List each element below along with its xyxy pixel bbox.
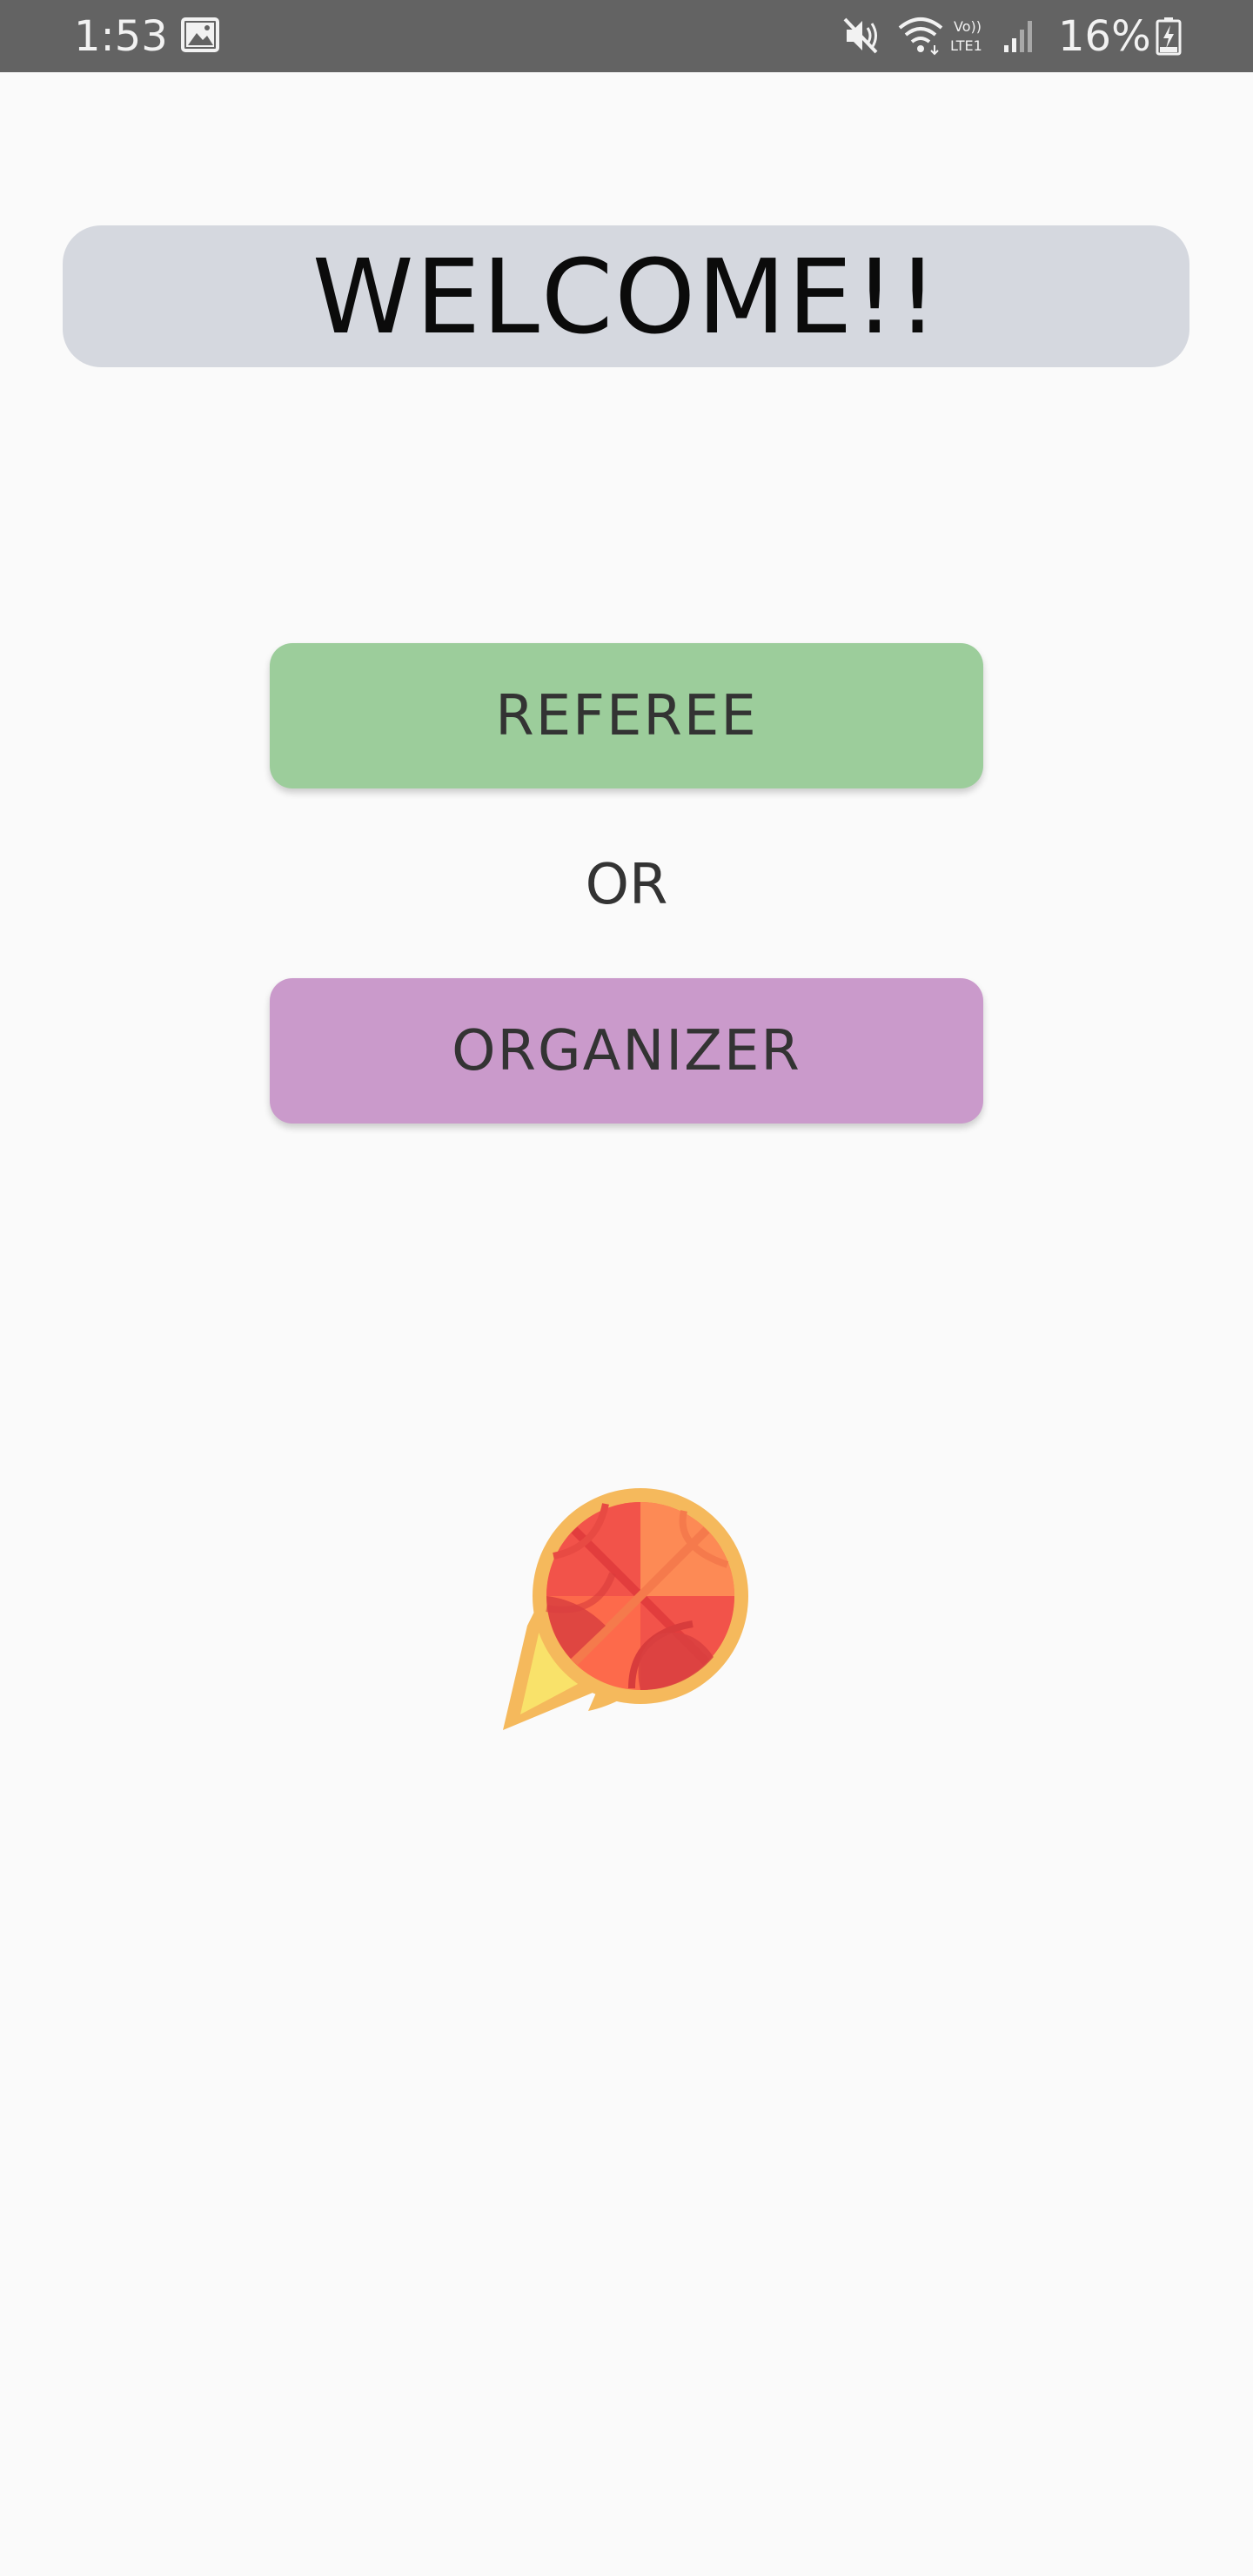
wifi-icon xyxy=(896,16,945,56)
svg-text:LTE1: LTE1 xyxy=(950,37,982,54)
status-bar: 1:53 Vo)) LTE1 16% xyxy=(0,0,1253,72)
image-icon xyxy=(181,17,219,52)
organizer-button[interactable]: ORGANIZER xyxy=(270,978,983,1124)
svg-text:Vo)): Vo)) xyxy=(954,18,982,35)
battery-charging-icon xyxy=(1156,17,1182,56)
organizer-button-label: ORGANIZER xyxy=(452,1018,801,1083)
status-time: 1:53 xyxy=(74,12,168,61)
mute-icon xyxy=(841,16,883,56)
signal-icon xyxy=(1001,16,1041,56)
referee-button[interactable]: REFEREE xyxy=(270,643,983,788)
volte-icon: Vo)) LTE1 xyxy=(950,16,999,56)
referee-button-label: REFEREE xyxy=(495,683,758,748)
or-separator: OR xyxy=(585,853,668,917)
welcome-title: WELCOME!! xyxy=(312,236,941,357)
welcome-banner: WELCOME!! xyxy=(63,225,1189,367)
battery-percent: 16% xyxy=(1058,12,1151,61)
fireball-basketball-icon xyxy=(501,1486,752,1737)
